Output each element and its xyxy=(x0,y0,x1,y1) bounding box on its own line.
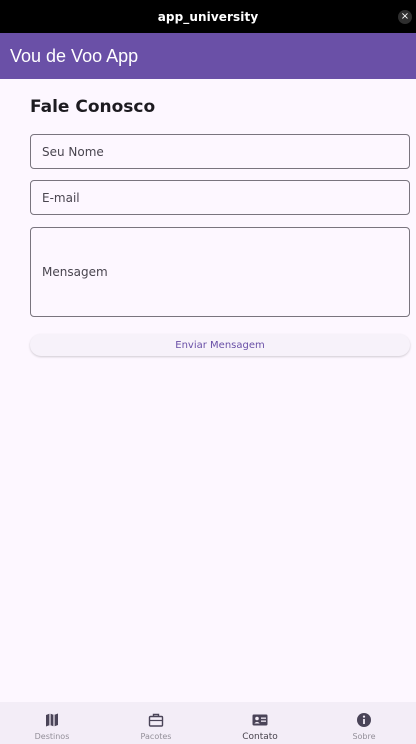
app-window: app_university × Vou de Voo App Fale Con… xyxy=(0,0,416,744)
nav-item-sobre[interactable]: Sobre xyxy=(312,702,416,744)
bottom-navigation: Destinos Pacotes Contato Sobre xyxy=(0,702,416,744)
briefcase-icon xyxy=(148,713,164,727)
message-placeholder: Mensagem xyxy=(42,265,108,279)
send-message-button[interactable]: Enviar Mensagem xyxy=(30,334,410,356)
name-input[interactable]: Seu Nome xyxy=(30,134,410,169)
nav-item-destinos[interactable]: Destinos xyxy=(0,702,104,744)
page-title: Fale Conosco xyxy=(30,97,156,117)
title-bar: app_university × xyxy=(0,0,416,33)
nav-label: Sobre xyxy=(352,732,376,741)
email-placeholder: E-mail xyxy=(42,191,80,205)
contact-card-icon xyxy=(252,714,268,726)
close-icon[interactable]: × xyxy=(398,10,412,24)
nav-item-contato[interactable]: Contato xyxy=(208,702,312,744)
nav-label: Pacotes xyxy=(140,732,172,741)
nav-label: Destinos xyxy=(34,732,70,741)
send-message-label: Enviar Mensagem xyxy=(175,339,265,351)
map-icon xyxy=(46,713,58,727)
email-input[interactable]: E-mail xyxy=(30,180,410,215)
nav-item-pacotes[interactable]: Pacotes xyxy=(104,702,208,744)
app-bar: Vou de Voo App xyxy=(0,33,416,79)
nav-label: Contato xyxy=(242,732,278,742)
message-input[interactable]: Mensagem xyxy=(30,227,410,317)
info-icon xyxy=(357,713,371,727)
window-title: app_university xyxy=(157,9,259,24)
name-placeholder: Seu Nome xyxy=(42,145,104,159)
app-title: Vou de Voo App xyxy=(10,45,139,66)
